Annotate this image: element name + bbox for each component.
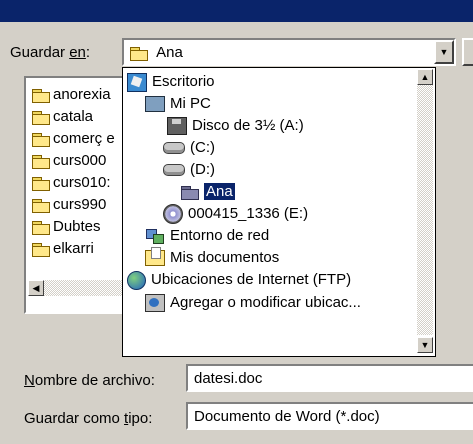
filename-input[interactable]: datesi.doc: [186, 364, 473, 392]
filetype-label-text: Guardar como: [24, 410, 125, 427]
save-in-dropdown-button[interactable]: ▼: [434, 40, 454, 64]
network-icon: [145, 228, 165, 245]
scroll-left-icon: ◀: [32, 283, 40, 293]
folder-icon: [32, 220, 50, 235]
scroll-down-button[interactable]: ▼: [417, 337, 433, 353]
folder-icon: [32, 132, 50, 147]
tree-item-ftp[interactable]: Ubicaciones de Internet (FTP): [127, 269, 351, 291]
scroll-left-button[interactable]: ◀: [28, 280, 44, 296]
save-in-combo[interactable]: Ana ▼: [122, 38, 456, 66]
tree-item-label: Ubicaciones de Internet (FTP): [151, 271, 352, 288]
tree-item-drive-c[interactable]: (C:): [163, 137, 215, 159]
tree-item-floppy[interactable]: Disco de 3½ (A:): [167, 115, 304, 137]
list-item[interactable]: catala: [32, 106, 93, 128]
save-in-combo-value: Ana: [130, 44, 183, 61]
folder-icon: [130, 46, 148, 61]
list-item[interactable]: comerç e: [32, 128, 115, 150]
scroll-up-button[interactable]: ▲: [417, 69, 433, 85]
folder-icon: [32, 198, 50, 213]
tree-item-label-selected: Ana: [204, 183, 235, 200]
cd-drive-icon: [163, 204, 183, 225]
save-in-dropdown-list[interactable]: Escritorio Mi PC Disco de 3½ (A:) (C:) (…: [122, 67, 436, 357]
folder-icon: [32, 110, 50, 125]
tree-item-escritorio[interactable]: Escritorio: [127, 71, 215, 93]
filetype-select[interactable]: Documento de Word (*.doc): [186, 402, 473, 430]
list-item-label: curs990: [53, 196, 107, 213]
desktop-icon: [127, 72, 147, 92]
save-in-value-text: Ana: [156, 44, 183, 61]
list-item[interactable]: curs010:: [32, 172, 111, 194]
filetype-label-colon: ipo:: [128, 410, 153, 427]
filename-label-text: ombre de archivo:: [34, 372, 155, 389]
hard-drive-icon: [163, 142, 185, 155]
folder-icon: [32, 176, 50, 191]
tree-item-label: Disco de 3½ (A:): [192, 117, 304, 134]
list-item-label: catala: [53, 108, 94, 125]
filetype-select-value: Documento de Word (*.doc): [194, 408, 380, 425]
tree-item-agregar-ftp[interactable]: Agregar o modificar ubicac...: [145, 292, 361, 314]
tree-item-label: Entorno de red: [170, 227, 270, 244]
save-in-label: Guardar en:: [10, 44, 90, 61]
list-item-label: elkarri: [53, 240, 94, 257]
toolbar-button-partial[interactable]: [462, 38, 473, 66]
internet-globe-icon: [127, 270, 146, 290]
scroll-down-icon: ▼: [420, 340, 430, 350]
list-item[interactable]: Dubtes: [32, 216, 101, 238]
my-documents-icon: [145, 247, 165, 267]
folder-icon: [32, 154, 50, 169]
hard-drive-icon: [163, 164, 185, 177]
tree-item-entorno-red[interactable]: Entorno de red: [145, 225, 269, 247]
list-item[interactable]: curs000: [32, 150, 106, 172]
filetype-label: Guardar como tipo:: [24, 410, 152, 427]
tree-item-mis-documentos[interactable]: Mis documentos: [145, 247, 279, 269]
tree-item-label: (D:): [190, 161, 215, 178]
list-item[interactable]: elkarri: [32, 238, 94, 260]
list-item-label: curs010:: [53, 174, 111, 191]
computer-icon: [145, 96, 165, 113]
list-item-label: Dubtes: [53, 218, 101, 235]
title-bar: [0, 0, 473, 22]
tree-item-label: Escritorio: [152, 73, 215, 90]
save-in-label-colon: :: [85, 44, 91, 61]
tree-item-mi-pc[interactable]: Mi PC: [145, 93, 211, 115]
tree-item-label: (C:): [190, 139, 215, 156]
tree-item-label: Mis documentos: [170, 249, 280, 266]
tree-item-label: Mi PC: [170, 95, 211, 112]
filename-label: Nombre de archivo:: [24, 372, 155, 389]
save-in-label-accel: en: [69, 44, 86, 61]
list-item-label: comerç e: [53, 130, 115, 147]
tree-item-drive-e[interactable]: 000415_1336 (E:): [163, 203, 308, 225]
tree-item-drive-d[interactable]: (D:): [163, 159, 215, 181]
folder-icon: [32, 242, 50, 257]
add-ftp-icon: [145, 294, 165, 313]
open-folder-icon: [181, 185, 199, 200]
list-item[interactable]: curs990: [32, 194, 106, 216]
vertical-scroll-track[interactable]: [417, 85, 433, 335]
scroll-up-icon: ▲: [420, 72, 430, 82]
tree-item-ana[interactable]: Ana: [181, 181, 235, 203]
list-item-label: anorexia: [53, 86, 111, 103]
tree-item-label: 000415_1336 (E:): [188, 205, 309, 222]
filename-input-value: datesi.doc: [194, 370, 263, 387]
list-item-label: curs000: [53, 152, 107, 169]
folder-icon: [32, 88, 50, 103]
tree-item-label: Agregar o modificar ubicac...: [170, 294, 361, 311]
filename-label-accel: N: [24, 372, 35, 389]
chevron-down-icon: ▼: [439, 47, 449, 57]
list-item[interactable]: anorexia: [32, 84, 111, 106]
save-in-label-text: Guardar: [10, 44, 70, 61]
floppy-drive-icon: [167, 117, 187, 136]
